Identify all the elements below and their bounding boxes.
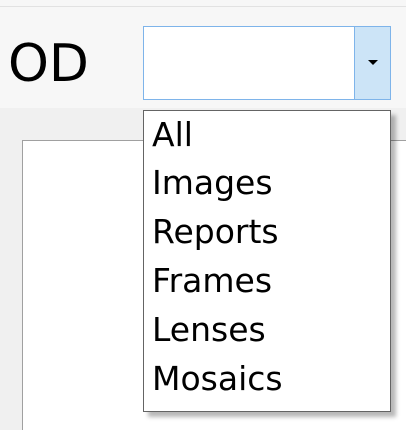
dropdown-list: All Images Reports Frames Lenses Mosaics (143, 110, 391, 412)
filter-combobox[interactable] (143, 26, 391, 100)
divider (0, 6, 406, 7)
option-lenses[interactable]: Lenses (152, 310, 266, 350)
dropdown-button[interactable] (354, 27, 390, 99)
option-reports[interactable]: Reports (152, 212, 279, 252)
chevron-down-icon (368, 60, 378, 65)
window: OD All Images Reports Frames Lenses Mosa… (0, 0, 406, 430)
option-all[interactable]: All (152, 115, 193, 155)
option-frames[interactable]: Frames (152, 261, 272, 301)
side-margin (0, 108, 22, 430)
option-images[interactable]: Images (152, 163, 273, 203)
eye-label: OD (8, 34, 89, 94)
option-mosaics[interactable]: Mosaics (152, 359, 283, 399)
